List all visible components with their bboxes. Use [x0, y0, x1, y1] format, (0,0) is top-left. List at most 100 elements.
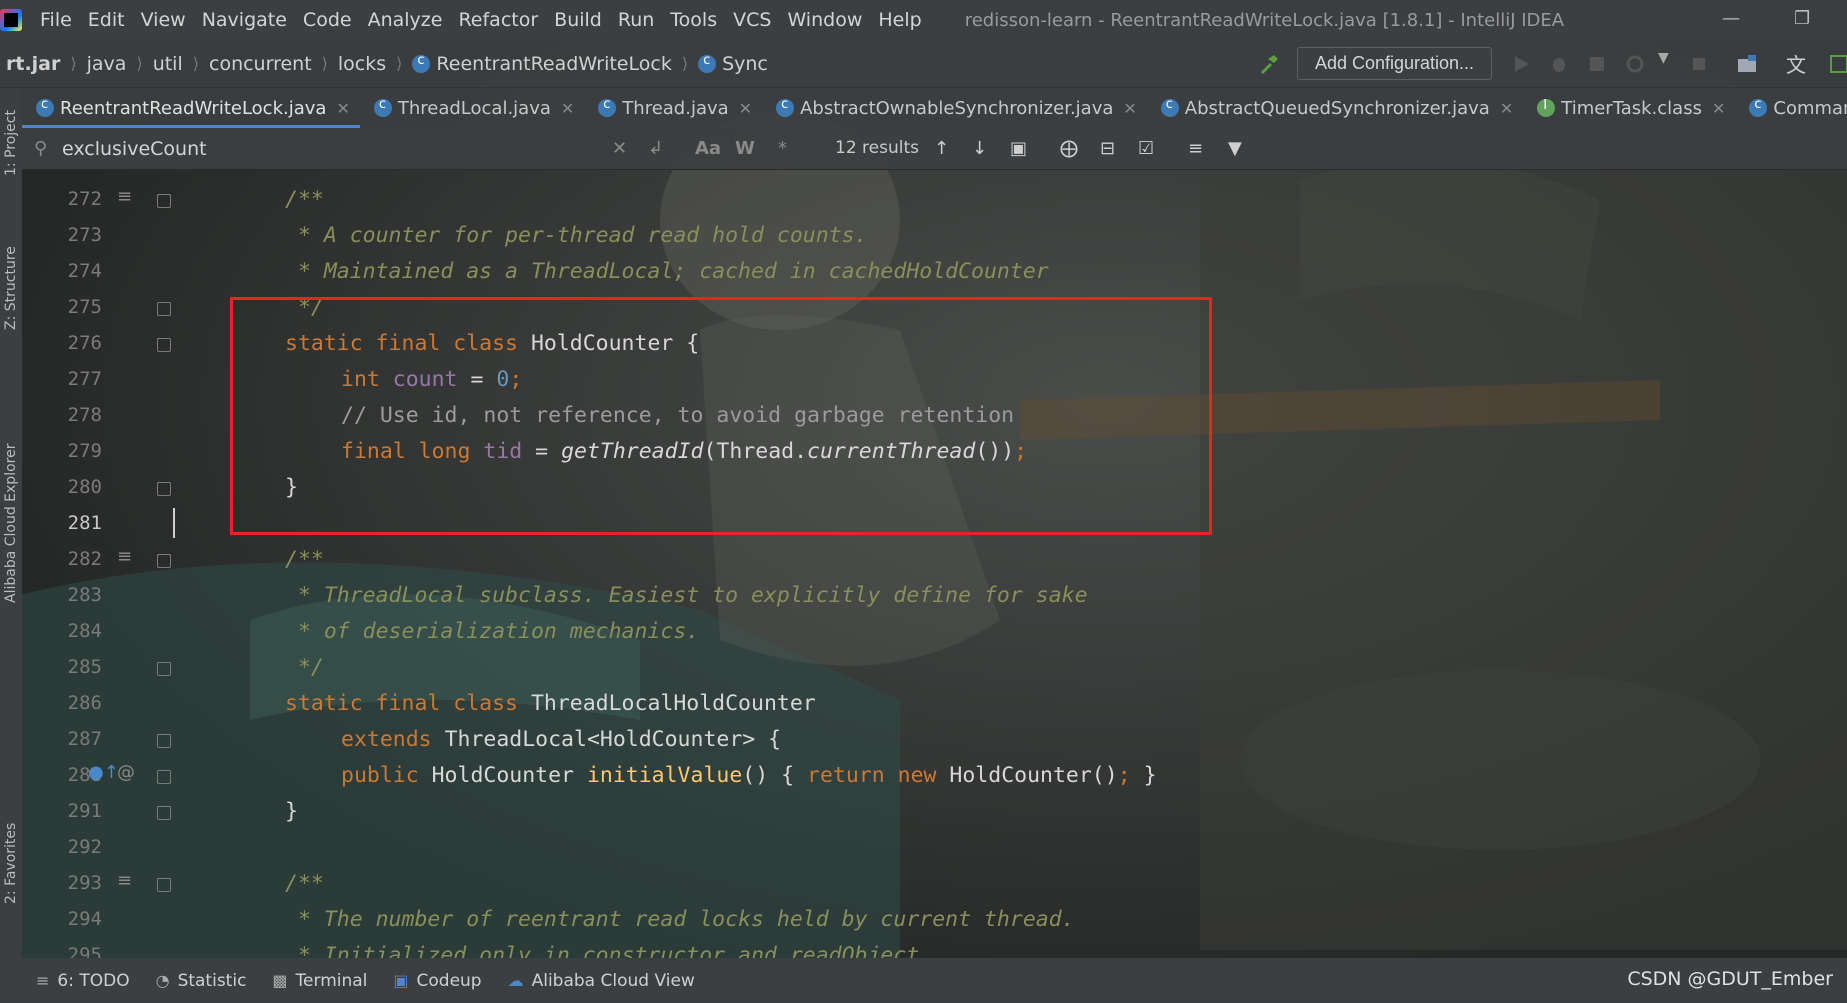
- menu-code[interactable]: Code: [295, 9, 360, 31]
- menu-build[interactable]: Build: [546, 9, 610, 31]
- menu-run[interactable]: Run: [610, 9, 662, 31]
- breadcrumb-class[interactable]: ReentrantReadWriteLock: [436, 53, 671, 75]
- minimize-icon[interactable]: —: [1722, 8, 1740, 29]
- breadcrumb-concurrent[interactable]: concurrent: [209, 53, 312, 75]
- class-icon: [1160, 97, 1179, 117]
- code-line-291: }: [285, 799, 298, 824]
- whole-words-toggle[interactable]: W: [735, 138, 755, 159]
- overrides-method-icon[interactable]: ●↑: [88, 762, 119, 783]
- profile-icon[interactable]: [1624, 53, 1646, 75]
- fold-icon[interactable]: [157, 662, 171, 676]
- tab-threadlocal[interactable]: ThreadLocal.java ✕: [360, 88, 584, 128]
- fold-icon[interactable]: [157, 338, 171, 352]
- match-case-toggle[interactable]: Aa: [695, 138, 721, 159]
- new-line-icon[interactable]: ↲: [648, 138, 663, 159]
- previous-occurrence-icon[interactable]: ↑: [934, 138, 949, 159]
- annotation-icon[interactable]: @: [117, 762, 135, 783]
- search-icon[interactable]: ⚲: [34, 138, 47, 159]
- class-icon: [1749, 97, 1768, 117]
- remove-selection-icon[interactable]: ⊟: [1100, 138, 1115, 159]
- tab-timertask[interactable]: TimerTask.class ✕: [1523, 88, 1735, 128]
- tab-abstractqueuedsynchronizer[interactable]: AbstractQueuedSynchronizer.java ✕: [1147, 88, 1523, 128]
- coverage-icon[interactable]: [1586, 53, 1608, 75]
- line-number: 282: [67, 548, 102, 570]
- breadcrumb-java[interactable]: java: [87, 53, 127, 75]
- chevron-right-icon: ⟩: [681, 54, 689, 73]
- menu-window[interactable]: Window: [779, 9, 870, 31]
- fold-icon[interactable]: [157, 482, 171, 496]
- filter-icon[interactable]: ▼: [1228, 138, 1242, 159]
- menu-tools[interactable]: Tools: [662, 9, 725, 31]
- close-icon[interactable]: ✕: [336, 99, 349, 118]
- tab-abstractownablesynchronizer[interactable]: AbstractOwnableSynchronizer.java ✕: [762, 88, 1147, 128]
- project-panel-tab[interactable]: 1: Project: [0, 98, 22, 188]
- line-number: 285: [67, 656, 102, 678]
- line-number: 291: [67, 800, 102, 822]
- chevron-right-icon: ⟩: [396, 54, 403, 73]
- menu-refactor[interactable]: Refactor: [450, 9, 546, 31]
- fold-icon[interactable]: [157, 806, 171, 820]
- statistic-label: Statistic: [177, 970, 247, 991]
- add-selection-icon[interactable]: ⨁: [1060, 138, 1078, 159]
- breadcrumb-locks[interactable]: locks: [338, 53, 386, 75]
- fold-icon[interactable]: [157, 734, 171, 748]
- clear-icon[interactable]: ✕: [612, 138, 627, 159]
- regex-toggle[interactable]: *: [778, 138, 787, 159]
- breadcrumb-rt-jar[interactable]: rt.jar: [6, 53, 60, 75]
- fold-icon[interactable]: [157, 302, 171, 316]
- close-icon[interactable]: ✕: [1712, 99, 1725, 118]
- fold-icon[interactable]: [157, 554, 171, 568]
- translate-icon[interactable]: 文: [1786, 49, 1808, 77]
- project-structure-icon[interactable]: [1736, 53, 1758, 75]
- find-input[interactable]: [62, 136, 582, 162]
- codeup-tool-button[interactable]: ▣ Codeup: [393, 971, 481, 991]
- build-hammer-icon[interactable]: [1258, 53, 1280, 75]
- close-icon[interactable]: ✕: [1123, 99, 1136, 118]
- fold-icon[interactable]: [157, 194, 171, 208]
- code-editor[interactable]: /** * A counter for per-thread read hold…: [177, 170, 1847, 958]
- watermark: CSDN @GDUT_Ember: [1627, 968, 1833, 990]
- line-number: 294: [67, 908, 102, 930]
- tab-thread[interactable]: Thread.java ✕: [584, 88, 762, 128]
- tab-reentrantreadwritelock[interactable]: ReentrantReadWriteLock.java ✕: [22, 88, 360, 128]
- structure-panel-tab[interactable]: Z: Structure: [0, 228, 22, 348]
- alibaba-cloud-explorer-tab[interactable]: Alibaba Cloud Explorer: [0, 378, 22, 668]
- close-icon[interactable]: ✕: [739, 99, 752, 118]
- stop-icon[interactable]: [1688, 53, 1710, 75]
- restore-icon[interactable]: ❐: [1794, 8, 1810, 29]
- breadcrumb-sync[interactable]: Sync: [722, 53, 768, 75]
- terminal-tool-button[interactable]: ▩ Terminal: [272, 971, 367, 991]
- menu-navigate[interactable]: Navigate: [194, 9, 295, 31]
- select-all-icon[interactable]: ☑: [1138, 138, 1154, 159]
- next-occurrence-icon[interactable]: ↓: [972, 138, 987, 159]
- debug-icon[interactable]: [1548, 53, 1570, 75]
- breadcrumb-util[interactable]: util: [153, 53, 183, 75]
- menu-edit[interactable]: Edit: [80, 9, 133, 31]
- favorites-panel-tab[interactable]: 2: Favorites: [0, 798, 22, 928]
- menu-view[interactable]: View: [133, 9, 194, 31]
- todo-tool-button[interactable]: ≡ 6: TODO: [36, 971, 130, 991]
- tab-commandb[interactable]: CommandB: [1735, 88, 1847, 128]
- fold-icon[interactable]: [157, 770, 171, 784]
- close-icon[interactable]: ✕: [561, 99, 574, 118]
- close-icon[interactable]: ✕: [1500, 99, 1513, 118]
- todo-label: 6: TODO: [57, 970, 130, 991]
- run-icon[interactable]: [1510, 53, 1532, 75]
- rendered-doc-icon[interactable]: ≡: [117, 186, 132, 207]
- fold-icon[interactable]: [157, 878, 171, 892]
- pie-chart-icon: ◔: [155, 971, 170, 990]
- add-configuration-button[interactable]: Add Configuration...: [1297, 47, 1492, 80]
- line-number: 277: [67, 368, 102, 390]
- menu-analyze[interactable]: Analyze: [360, 9, 451, 31]
- alibaba-cloud-view-tool-button[interactable]: ☁ Alibaba Cloud View: [508, 971, 695, 991]
- menu-help[interactable]: Help: [870, 9, 929, 31]
- rendered-doc-icon[interactable]: ≡: [117, 546, 132, 567]
- filter-window-icon[interactable]: ▣: [1010, 138, 1027, 159]
- chevron-down-icon[interactable]: ▼: [1658, 50, 1680, 72]
- options-icon[interactable]: ≡: [1188, 138, 1203, 159]
- panel-icon[interactable]: [1828, 53, 1847, 75]
- menu-vcs[interactable]: VCS: [725, 9, 779, 31]
- statistic-tool-button[interactable]: ◔ Statistic: [156, 971, 247, 991]
- menu-file[interactable]: File: [32, 9, 80, 31]
- rendered-doc-icon[interactable]: ≡: [117, 870, 132, 891]
